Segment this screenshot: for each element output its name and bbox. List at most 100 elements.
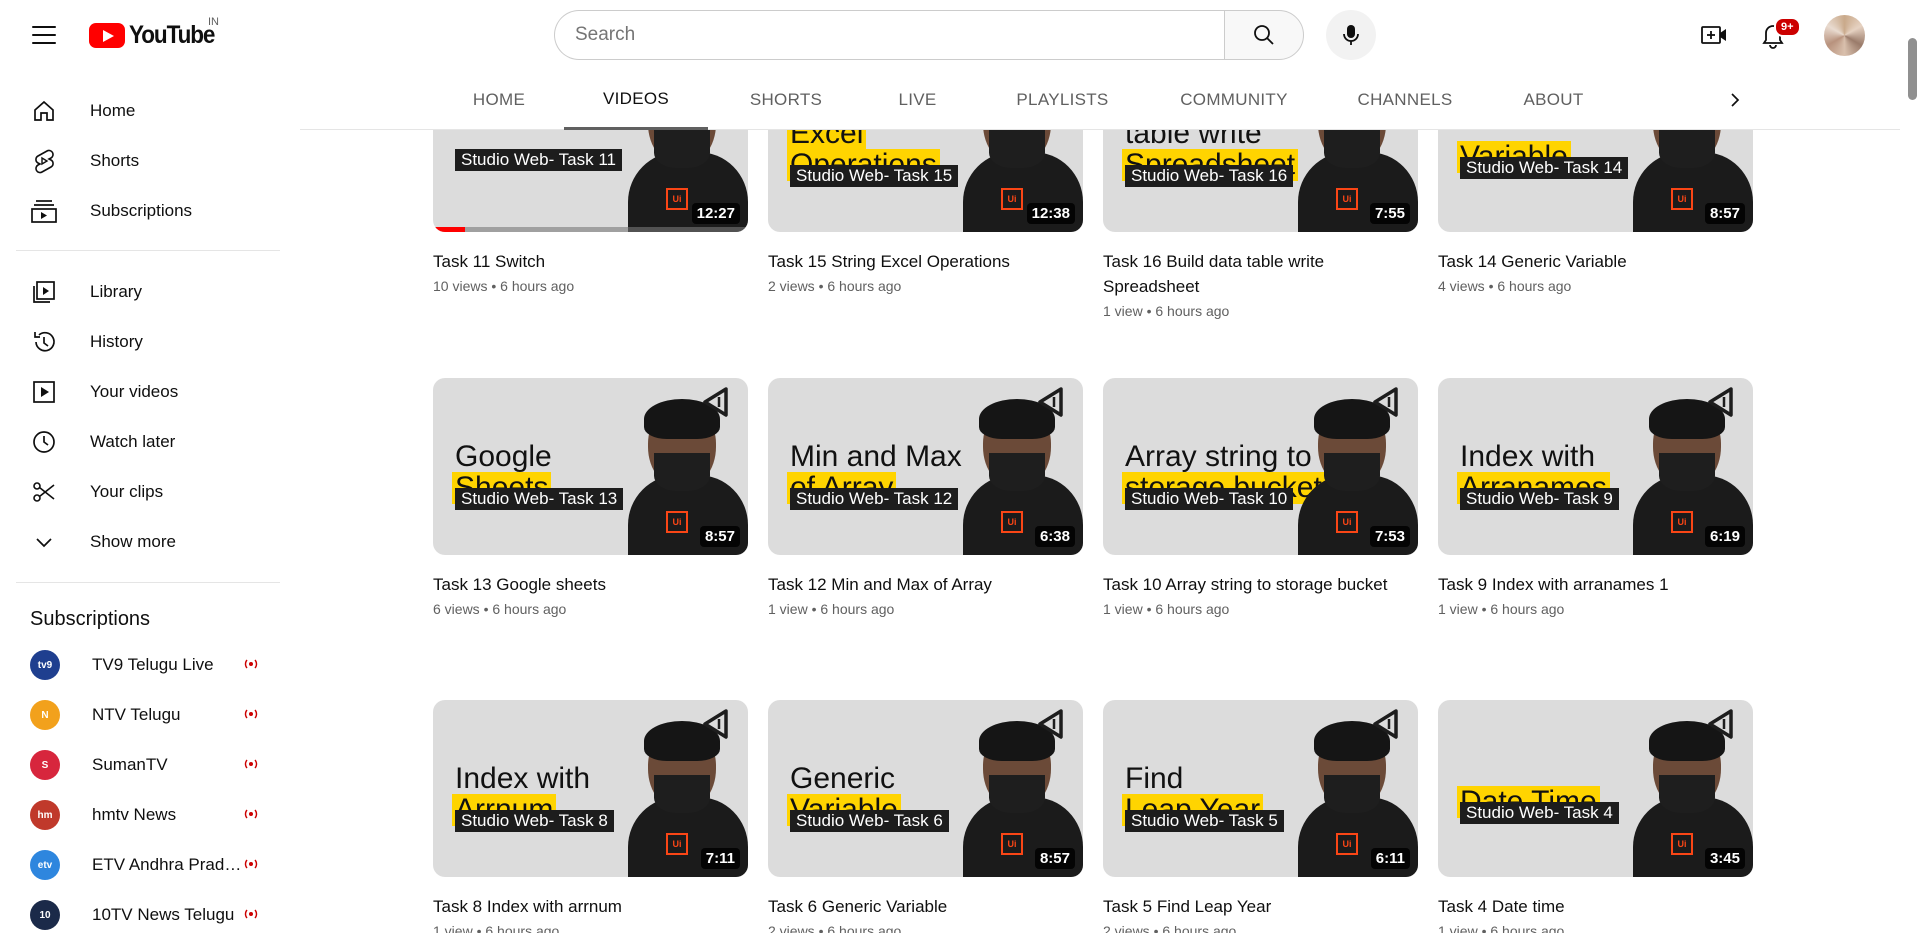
video-metadata: 6 views • 6 hours ago <box>433 601 748 617</box>
uipath-logo: Ui <box>666 188 688 210</box>
page-scrollbar[interactable] <box>1905 0 1920 933</box>
video-title[interactable]: Task 9 Index with arranames 1 <box>1438 572 1738 597</box>
sidebar-item-your-clips[interactable]: Your clips <box>16 468 270 516</box>
video-title[interactable]: Task 5 Find Leap Year <box>1103 894 1403 919</box>
video-metadata: 1 view • 6 hours ago <box>433 923 748 933</box>
video-metadata: 1 view • 6 hours ago <box>768 601 1083 617</box>
separator-dot: • <box>814 923 828 933</box>
thumbnail-text: Find <box>1125 762 1184 795</box>
video-thumbnail[interactable]: Min and Maxof ArrayStudio Web- Task 12Ui… <box>768 378 1083 555</box>
video-metadata: 1 view • 6 hours ago <box>1438 923 1753 933</box>
sidebar-item-library[interactable]: Library <box>16 268 270 316</box>
separator-dot: • <box>807 601 821 617</box>
sidebar-item-your-videos[interactable]: Your videos <box>16 368 270 416</box>
upload-age: 6 hours ago <box>1155 601 1230 617</box>
microphone-icon <box>1343 25 1359 45</box>
sidebar-item-label: Subscriptions <box>90 201 193 220</box>
subscription-item-sumantv[interactable]: S SumanTV <box>16 741 270 789</box>
video-thumbnail[interactable]: Date TimeStudio Web- Task 4Ui3:45 <box>1438 700 1753 877</box>
video-card[interactable]: Index withArranamesStudio Web- Task 9Ui6… <box>1438 378 1753 617</box>
video-thumbnail[interactable]: GoogleSheetsStudio Web- Task 13Ui8:57 <box>433 378 748 555</box>
view-count: 2 views <box>768 923 815 933</box>
video-title[interactable]: Task 16 Build data table write Spreadshe… <box>1103 249 1403 299</box>
sidebar-item-home[interactable]: Home <box>16 87 270 135</box>
tab-home[interactable]: HOME <box>454 70 544 130</box>
watch-progress-bar <box>433 227 748 232</box>
separator-dot: • <box>1142 303 1156 319</box>
video-thumbnail[interactable]: FindLeap YearStudio Web- Task 5Ui6:11 <box>1103 700 1418 877</box>
search-button[interactable] <box>1224 10 1304 60</box>
video-card[interactable]: Array string tostorage bucketStudio Web-… <box>1103 378 1418 617</box>
sidebar-item-watch-later[interactable]: Watch later <box>16 418 270 466</box>
video-title[interactable]: Task 8 Index with arrnum <box>433 894 733 919</box>
scrollbar-thumb[interactable] <box>1908 38 1917 100</box>
video-thumbnail[interactable]: Index withArranamesStudio Web- Task 9Ui6… <box>1438 378 1753 555</box>
tabs-scroll-right-button[interactable] <box>1645 80 1755 120</box>
video-card[interactable]: GenericVariableStudio Web- Task 6Ui8:57 T… <box>768 700 1083 933</box>
video-grid: Studio Web- Task 11 Ui 12:27 Task 11 Switch… <box>0 0 1920 933</box>
subscription-item-tv9-telugu-live[interactable]: tv9 TV9 Telugu Live <box>16 641 270 689</box>
separator-dot: • <box>1142 601 1156 617</box>
video-thumbnail[interactable]: GenericVariableStudio Web- Task 6Ui8:57 <box>768 700 1083 877</box>
thumbnail-task-label: Studio Web- Task 9 <box>1460 488 1619 510</box>
tab-about[interactable]: ABOUT <box>1496 70 1611 130</box>
account-avatar[interactable] <box>1824 15 1865 56</box>
video-title[interactable]: Task 4 Date time <box>1438 894 1738 919</box>
upload-age: 6 hours ago <box>1497 278 1572 294</box>
sidebar-item-show-more[interactable]: Show more <box>16 518 270 566</box>
channel-tabs: HOME VIDEOS SHORTS LIVE PLAYLISTS COMMUN… <box>300 70 1900 130</box>
tab-shorts[interactable]: SHORTS <box>723 70 849 130</box>
tab-community[interactable]: COMMUNITY <box>1154 70 1314 130</box>
sidebar-item-history[interactable]: History <box>16 318 270 366</box>
notifications-button[interactable]: 9+ <box>1753 15 1801 55</box>
video-title[interactable]: Task 13 Google sheets <box>433 572 733 597</box>
channel-avatar: hm <box>30 800 60 830</box>
tab-live[interactable]: LIVE <box>865 70 970 130</box>
uipath-logo: Ui <box>1001 833 1023 855</box>
view-count: 1 view <box>433 923 473 933</box>
video-title[interactable]: Task 10 Array string to storage bucket <box>1103 572 1403 597</box>
video-card[interactable]: Date TimeStudio Web- Task 4Ui3:45 Task 4 … <box>1438 700 1753 933</box>
video-title[interactable]: Task 14 Generic Variable <box>1438 249 1738 274</box>
sidebar-item-label: Your clips <box>90 482 164 501</box>
tab-videos[interactable]: VIDEOS <box>564 70 708 130</box>
notification-badge: 9+ <box>1774 17 1801 37</box>
video-card[interactable]: Index withArrnumStudio Web- Task 8Ui7:11… <box>433 700 748 933</box>
live-broadcast-icon <box>244 859 258 869</box>
view-count: 1 view <box>768 601 808 617</box>
create-video-icon <box>1701 26 1726 44</box>
video-title[interactable]: Task 12 Min and Max of Array <box>768 572 1068 597</box>
subscription-item-etv-andhra-pradesh[interactable]: etv ETV Andhra Pradesh <box>16 841 270 889</box>
sidebar-item-label: Show more <box>90 532 176 551</box>
channel-avatar: N <box>30 700 60 730</box>
tab-playlists[interactable]: PLAYLISTS <box>990 70 1135 130</box>
video-title[interactable]: Task 15 String Excel Operations <box>768 249 1068 274</box>
menu-icon[interactable] <box>24 17 64 53</box>
youtube-logo[interactable]: YouTube <box>89 21 224 50</box>
create-button[interactable] <box>1694 15 1734 55</box>
video-title[interactable]: Task 6 Generic Variable <box>768 894 1068 919</box>
video-thumbnail[interactable]: Index withArrnumStudio Web- Task 8Ui7:11 <box>433 700 748 877</box>
sidebar-item-label: Watch later <box>90 432 176 451</box>
sidebar-item-label: Your videos <box>90 382 179 401</box>
subscriptions-section-title: Subscriptions <box>30 608 151 630</box>
upload-age: 6 hours ago <box>1490 601 1565 617</box>
video-card[interactable]: GoogleSheetsStudio Web- Task 13Ui8:57 Tas… <box>433 378 748 617</box>
subscription-item-ntv-telugu[interactable]: N NTV Telugu <box>16 691 270 739</box>
chevron-right-icon <box>1731 93 1740 107</box>
tab-channels[interactable]: CHANNELS <box>1330 70 1480 130</box>
upload-age: 6 hours ago <box>485 923 560 933</box>
shorts-icon <box>30 147 58 175</box>
subscription-item-hmtv-news[interactable]: hm hmtv News <box>16 791 270 839</box>
subscription-item-10tv-news-telugu[interactable]: 10 10TV News Telugu <box>16 891 270 933</box>
sidebar-item-label: Home <box>90 101 136 120</box>
video-card[interactable]: FindLeap YearStudio Web- Task 5Ui6:11 Tas… <box>1103 700 1418 933</box>
video-thumbnail[interactable]: Array string tostorage bucketStudio Web-… <box>1103 378 1418 555</box>
voice-search-button[interactable] <box>1326 10 1376 60</box>
video-card[interactable]: Min and Maxof ArrayStudio Web- Task 12Ui… <box>768 378 1083 617</box>
sidebar-item-subscriptions[interactable]: Subscriptions <box>16 187 270 235</box>
video-title[interactable]: Task 11 Switch <box>433 249 733 274</box>
search-input[interactable] <box>554 10 1224 60</box>
sidebar-item-shorts[interactable]: Shorts <box>16 137 270 185</box>
watch-progress-fill <box>433 227 465 232</box>
